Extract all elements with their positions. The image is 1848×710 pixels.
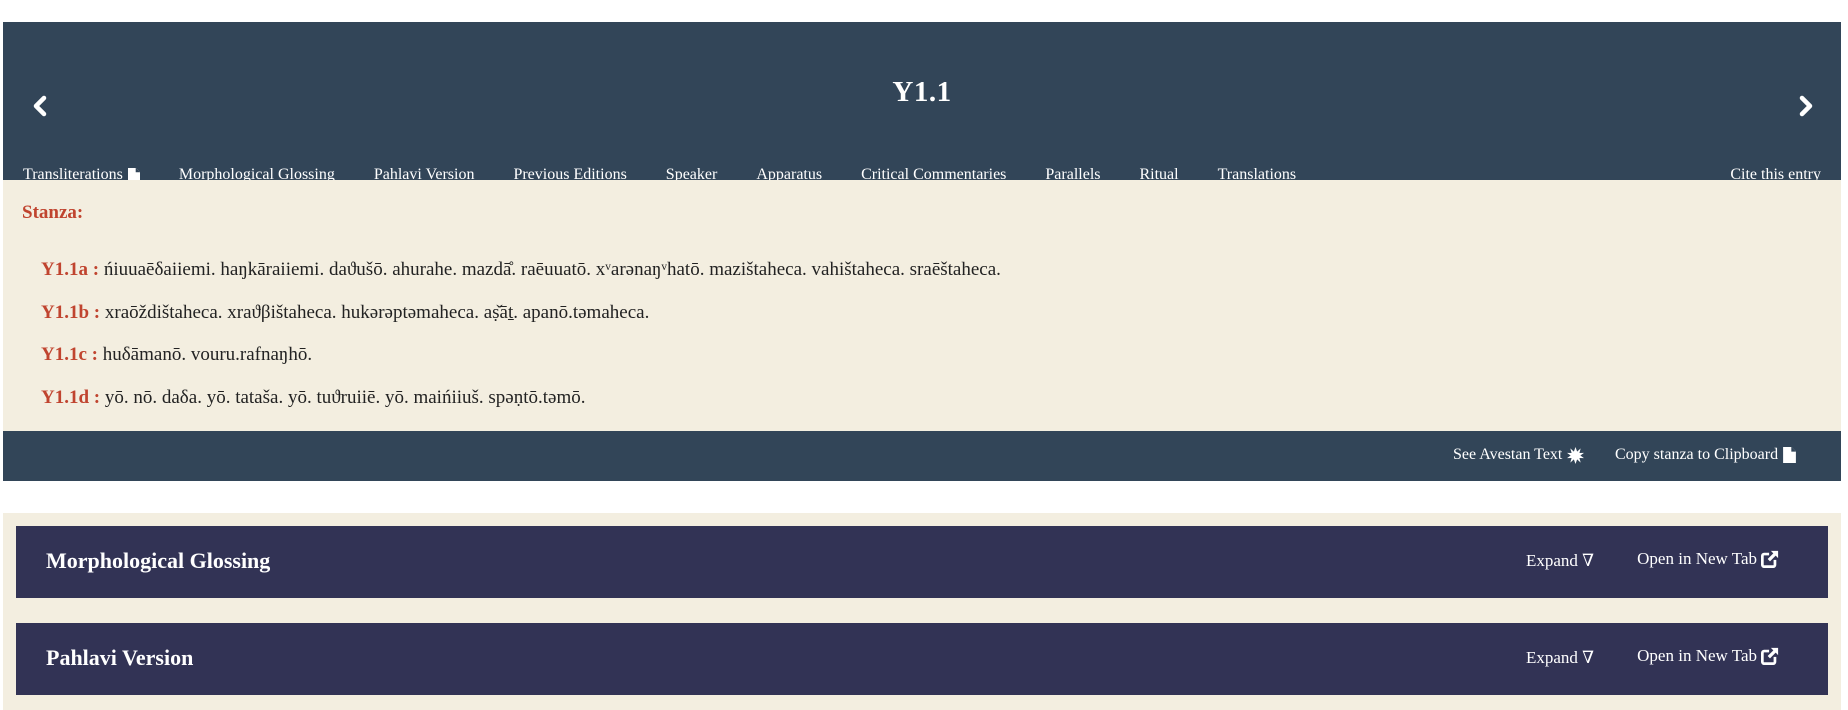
copy-stanza-button[interactable]: Copy stanza to Clipboard [1615, 446, 1796, 464]
next-stanza-button[interactable] [1793, 94, 1817, 118]
chevron-right-icon [1799, 95, 1813, 117]
section-panel-morphological-glossing: Morphological Glossing Expand ∇ Open in … [16, 526, 1828, 598]
external-link-icon [1761, 550, 1779, 568]
section-title: Pahlavi Version [46, 645, 194, 670]
stanza-line: Y1.1c : huδāmanō. vouru.rafnaŋhō. [41, 344, 312, 366]
stanza-heading: Stanza: [22, 202, 84, 223]
line-text: yō. nō. daδa. yō. tataša. yō. tuϑruiiē. … [104, 387, 586, 408]
section-title: Morphological Glossing [46, 548, 271, 573]
expand-button[interactable]: Expand ∇ [1526, 551, 1594, 571]
stanza-line: Y1.1a : ńiuuaēδaiiemi. haŋkāraiiemi. daϑ… [41, 259, 1001, 281]
stanza-line: Y1.1b : xraōždištaheca. xraϑβištaheca. h… [41, 302, 649, 324]
sections-container: Morphological Glossing Expand ∇ Open in … [3, 513, 1841, 710]
stanza-panel: Stanza: Y1.1a : ńiuuaēδaiiemi. haŋkāraii… [3, 180, 1841, 431]
open-in-new-tab-button[interactable]: Open in New Tab [1637, 646, 1779, 666]
page-title: Y1.1 [892, 76, 952, 108]
open-in-new-tab-label: Open in New Tab [1637, 549, 1757, 568]
open-in-new-tab-button[interactable]: Open in New Tab [1637, 549, 1779, 569]
line-id: Y1.1b : [41, 302, 101, 323]
external-link-icon [1761, 647, 1779, 665]
section-panel-pahlavi-version: Pahlavi Version Expand ∇ Open in New Tab [16, 623, 1828, 695]
stanza-toolbar: See Avestan Text Copy stanza to Clipboar… [3, 431, 1841, 481]
line-id: Y1.1c : [41, 344, 98, 365]
starburst-icon [1567, 446, 1585, 464]
line-id: Y1.1a : [41, 259, 100, 280]
see-avestan-label: See Avestan Text [1453, 446, 1563, 463]
line-id: Y1.1d : [41, 387, 101, 408]
line-text: xraōždištaheca. xraϑβištaheca. hukərəptə… [104, 302, 650, 323]
open-in-new-tab-label: Open in New Tab [1637, 646, 1757, 665]
stanza-line: Y1.1d : yō. nō. daδa. yō. tataša. yō. tu… [41, 387, 586, 409]
copy-stanza-label: Copy stanza to Clipboard [1615, 446, 1779, 463]
expand-button[interactable]: Expand ∇ [1526, 648, 1594, 668]
document-icon [1783, 447, 1796, 463]
stanza-header: Y1.1 Transliterations Morphological Glos… [3, 22, 1841, 183]
line-text: huδāmanō. vouru.rafnaŋhō. [102, 344, 313, 365]
see-avestan-text-button[interactable]: See Avestan Text [1453, 446, 1585, 464]
line-text: ńiuuaēδaiiemi. haŋkāraiiemi. daϑušō. ahu… [103, 259, 1001, 280]
